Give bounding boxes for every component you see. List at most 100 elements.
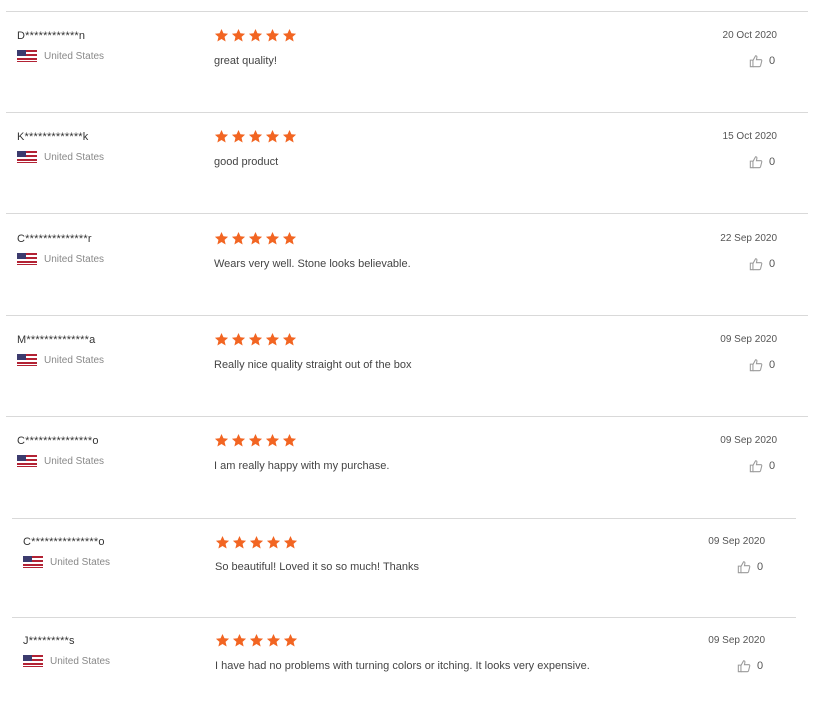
star-icon (283, 535, 298, 549)
star-icon (231, 433, 246, 447)
country-label: United States (50, 655, 111, 667)
reviewer-name: C**************r (17, 233, 92, 245)
star-rating (215, 633, 298, 648)
helpful-count: 0 (769, 156, 776, 168)
reviewer-name: J*********s (23, 635, 75, 647)
reviewer-name: K*************k (17, 131, 89, 143)
star-icon (248, 332, 263, 346)
reviewer-name: C***************o (23, 536, 105, 548)
star-icon (231, 129, 246, 143)
review-date: 22 Sep 2020 (720, 233, 777, 244)
thumbs-up-icon (749, 55, 763, 68)
review-text: I have had no problems with turning colo… (215, 660, 590, 672)
star-icon (248, 433, 263, 447)
thumbs-up-icon (737, 660, 751, 673)
star-icon (283, 633, 298, 647)
review-text: I am really happy with my purchase. (214, 460, 390, 472)
reviewer-country: United States (23, 655, 110, 667)
star-icon (231, 28, 246, 42)
us-flag-icon (17, 50, 37, 62)
star-icon (248, 231, 263, 245)
star-icon (232, 535, 247, 549)
star-icon (232, 633, 247, 647)
review-date: 20 Oct 2020 (722, 30, 777, 41)
thumbs-up-icon (749, 460, 763, 473)
star-icon (265, 433, 280, 447)
reviewer-name: D************n (17, 30, 86, 42)
review-item: C**************r United States Wears ver… (0, 214, 815, 314)
review-date: 09 Sep 2020 (708, 536, 765, 547)
helpful-count: 0 (757, 660, 764, 672)
review-text: great quality! (214, 55, 277, 67)
star-icon (231, 332, 246, 346)
star-icon (249, 535, 264, 549)
review-text: Really nice quality straight out of the … (214, 359, 412, 371)
helpful-button[interactable]: 0 (737, 659, 763, 673)
review-item: C***************o United States I am rea… (0, 417, 815, 517)
reviewer-name: C***************o (17, 435, 99, 447)
star-icon (214, 433, 229, 447)
star-rating (215, 535, 298, 550)
review-text: Wears very well. Stone looks believable. (214, 258, 411, 270)
star-icon (265, 28, 280, 42)
country-label: United States (44, 253, 105, 265)
helpful-button[interactable]: 0 (749, 155, 775, 169)
star-icon (282, 129, 297, 143)
star-icon (282, 332, 297, 346)
star-icon (265, 332, 280, 346)
star-icon (265, 231, 280, 245)
us-flag-icon (17, 253, 37, 265)
star-icon (215, 633, 230, 647)
review-list: D************n United States great quali… (0, 0, 815, 714)
review-text: So beautiful! Loved it so so much! Thank… (215, 561, 420, 573)
us-flag-icon (17, 455, 37, 467)
thumbs-up-icon (737, 561, 751, 574)
helpful-button[interactable]: 0 (749, 358, 775, 372)
review-date: 09 Sep 2020 (708, 635, 765, 646)
helpful-count: 0 (769, 258, 776, 270)
helpful-count: 0 (769, 55, 776, 67)
helpful-count: 0 (757, 561, 764, 573)
review-item: D************n United States great quali… (0, 12, 815, 112)
star-icon (248, 129, 263, 143)
helpful-button[interactable]: 0 (749, 459, 775, 473)
us-flag-icon (17, 151, 37, 163)
star-icon (214, 332, 229, 346)
star-rating (214, 28, 297, 43)
country-label: United States (44, 151, 105, 163)
star-icon (214, 129, 229, 143)
helpful-button[interactable]: 0 (749, 54, 775, 68)
review-date: 09 Sep 2020 (720, 334, 777, 345)
helpful-button[interactable]: 0 (749, 257, 775, 271)
country-label: United States (44, 50, 105, 62)
review-item: J*********s United States I have had no … (0, 618, 815, 718)
reviewer-country: United States (17, 50, 104, 62)
us-flag-icon (17, 354, 37, 366)
star-icon (282, 28, 297, 42)
star-rating (214, 433, 297, 448)
star-icon (231, 231, 246, 245)
review-text: good product (214, 156, 279, 168)
star-icon (265, 129, 280, 143)
reviewer-country: United States (17, 253, 104, 265)
star-icon (266, 633, 281, 647)
star-icon (249, 633, 264, 647)
reviewer-country: United States (17, 151, 104, 163)
reviewer-name: M**************a (17, 334, 96, 346)
review-item: M**************a United States Really ni… (0, 316, 815, 416)
review-date: 09 Sep 2020 (720, 435, 777, 446)
thumbs-up-icon (749, 156, 763, 169)
thumbs-up-icon (749, 359, 763, 372)
helpful-button[interactable]: 0 (737, 560, 763, 574)
thumbs-up-icon (749, 258, 763, 271)
country-label: United States (50, 556, 111, 568)
country-label: United States (44, 455, 105, 467)
star-icon (282, 433, 297, 447)
helpful-count: 0 (769, 359, 776, 371)
reviewer-country: United States (17, 455, 104, 467)
star-icon (282, 231, 297, 245)
star-icon (214, 28, 229, 42)
us-flag-icon (23, 655, 43, 667)
star-rating (214, 332, 297, 347)
star-icon (215, 535, 230, 549)
